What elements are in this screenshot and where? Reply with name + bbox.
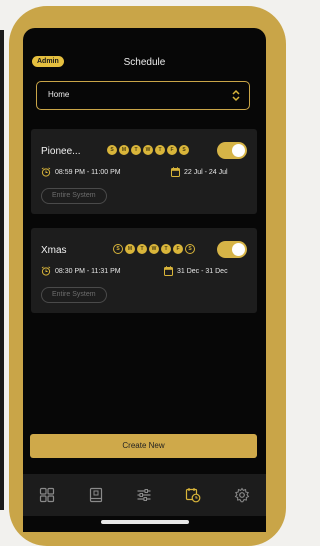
location-select-value: Home (48, 90, 70, 99)
tab-logbook[interactable] (85, 484, 107, 506)
sliders-icon (137, 489, 151, 501)
day-toggle[interactable]: T (155, 145, 165, 155)
create-new-button[interactable]: Create New (30, 434, 257, 458)
schedule-card[interactable]: Xmas S M T W T F S 08:30 PM - 11:31 PM 3… (31, 228, 257, 313)
day-toggle[interactable]: T (161, 244, 171, 254)
calendar-clock-icon (185, 488, 201, 503)
schedule-date-range: 22 Jul - 24 Jul (184, 168, 228, 176)
app-screen: Admin Schedule Home Pionee... S M T W T … (23, 28, 266, 532)
gear-icon (234, 487, 249, 503)
day-toggle[interactable]: W (143, 145, 153, 155)
weekday-selector: S M T W T F S (107, 145, 191, 155)
tab-bar (23, 474, 266, 516)
day-toggle[interactable]: S (179, 145, 189, 155)
calendar-icon (164, 266, 173, 276)
adjacent-frame-edge (0, 30, 4, 510)
location-select[interactable]: Home (36, 81, 250, 110)
tab-schedule[interactable] (182, 484, 204, 506)
day-toggle[interactable]: M (119, 145, 129, 155)
tab-controls[interactable] (133, 484, 155, 506)
schedule-card[interactable]: Pionee... S M T W T F S 08:59 PM - 11:00… (31, 129, 257, 214)
toggle-knob (232, 243, 245, 256)
day-toggle[interactable]: T (131, 145, 141, 155)
schedule-name: Xmas (41, 245, 67, 256)
header: Admin Schedule (23, 28, 266, 74)
scope-chip[interactable]: Entire System (41, 287, 107, 303)
page-title: Schedule (123, 57, 166, 68)
grid-icon (40, 487, 55, 503)
toggle-knob (232, 144, 245, 157)
alarm-clock-icon (41, 167, 51, 177)
tab-settings[interactable] (231, 484, 253, 506)
day-toggle[interactable]: T (137, 244, 147, 254)
time-row: 08:59 PM - 11:00 PM (41, 167, 121, 177)
date-row: 22 Jul - 24 Jul (171, 167, 228, 177)
schedule-enable-toggle[interactable] (217, 241, 247, 258)
schedule-time-range: 08:59 PM - 11:00 PM (55, 168, 121, 176)
book-icon (89, 487, 102, 503)
calendar-icon (171, 167, 180, 177)
day-toggle[interactable]: M (125, 244, 135, 254)
alarm-clock-icon (41, 266, 51, 276)
day-toggle[interactable]: W (149, 244, 159, 254)
schedule-date-range: 31 Dec - 31 Dec (177, 267, 228, 275)
scope-chip[interactable]: Entire System (41, 188, 107, 204)
time-row: 08:30 PM - 11:31 PM (41, 266, 121, 276)
date-row: 31 Dec - 31 Dec (164, 266, 228, 276)
day-toggle[interactable]: S (107, 145, 117, 155)
schedule-name: Pionee... (41, 146, 81, 157)
day-toggle[interactable]: F (173, 244, 183, 254)
day-toggle[interactable]: S (185, 244, 195, 254)
day-toggle[interactable]: F (167, 145, 177, 155)
schedule-time-range: 08:30 PM - 11:31 PM (55, 267, 121, 275)
home-indicator (101, 520, 189, 524)
updown-chevron-icon (232, 89, 240, 102)
tab-dashboard[interactable] (36, 484, 58, 506)
day-toggle[interactable]: S (113, 244, 123, 254)
schedule-enable-toggle[interactable] (217, 142, 247, 159)
weekday-selector: S M T W T F S (113, 244, 197, 254)
